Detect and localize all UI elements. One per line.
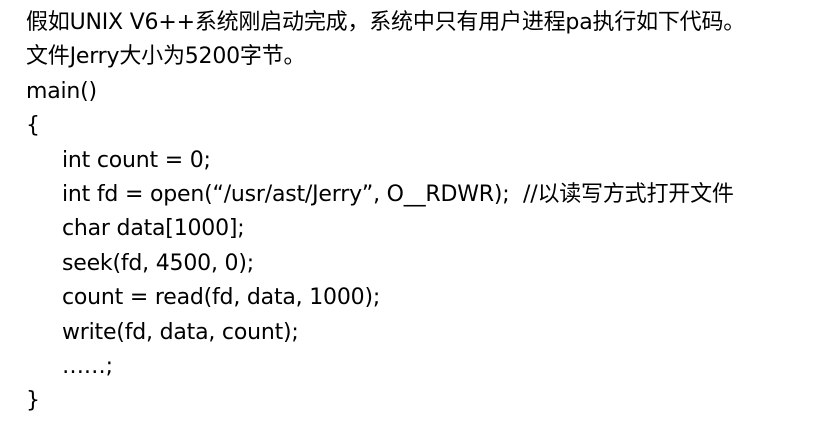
code-open-brace: {	[26, 113, 40, 139]
code-close-brace: }	[26, 388, 40, 414]
code-line-open: int fd = open(“/usr/ast/Jerry”, O__RDWR)…	[62, 181, 734, 207]
code-line-ellipsis: ……;	[62, 353, 113, 379]
code-signature: main()	[26, 78, 97, 104]
code-line-count-decl: int count = 0;	[62, 147, 211, 173]
intro-line-1: 假如UNIX V6++系统刚启动完成，系统中只有用户进程pa执行如下代码。	[26, 10, 746, 35]
code-line-seek: seek(fd, 4500, 0);	[62, 250, 254, 276]
code-line-write: write(fd, data, count);	[62, 319, 299, 345]
intro-line-2: 文件Jerry大小为5200字节。	[26, 44, 306, 70]
code-line-read: count = read(fd, data, 1000);	[62, 285, 381, 311]
code-line-data-decl: char data[1000];	[62, 216, 245, 242]
document-body: 假如UNIX V6++系统刚启动完成，系统中只有用户进程pa执行如下代码。 文件…	[26, 6, 826, 419]
